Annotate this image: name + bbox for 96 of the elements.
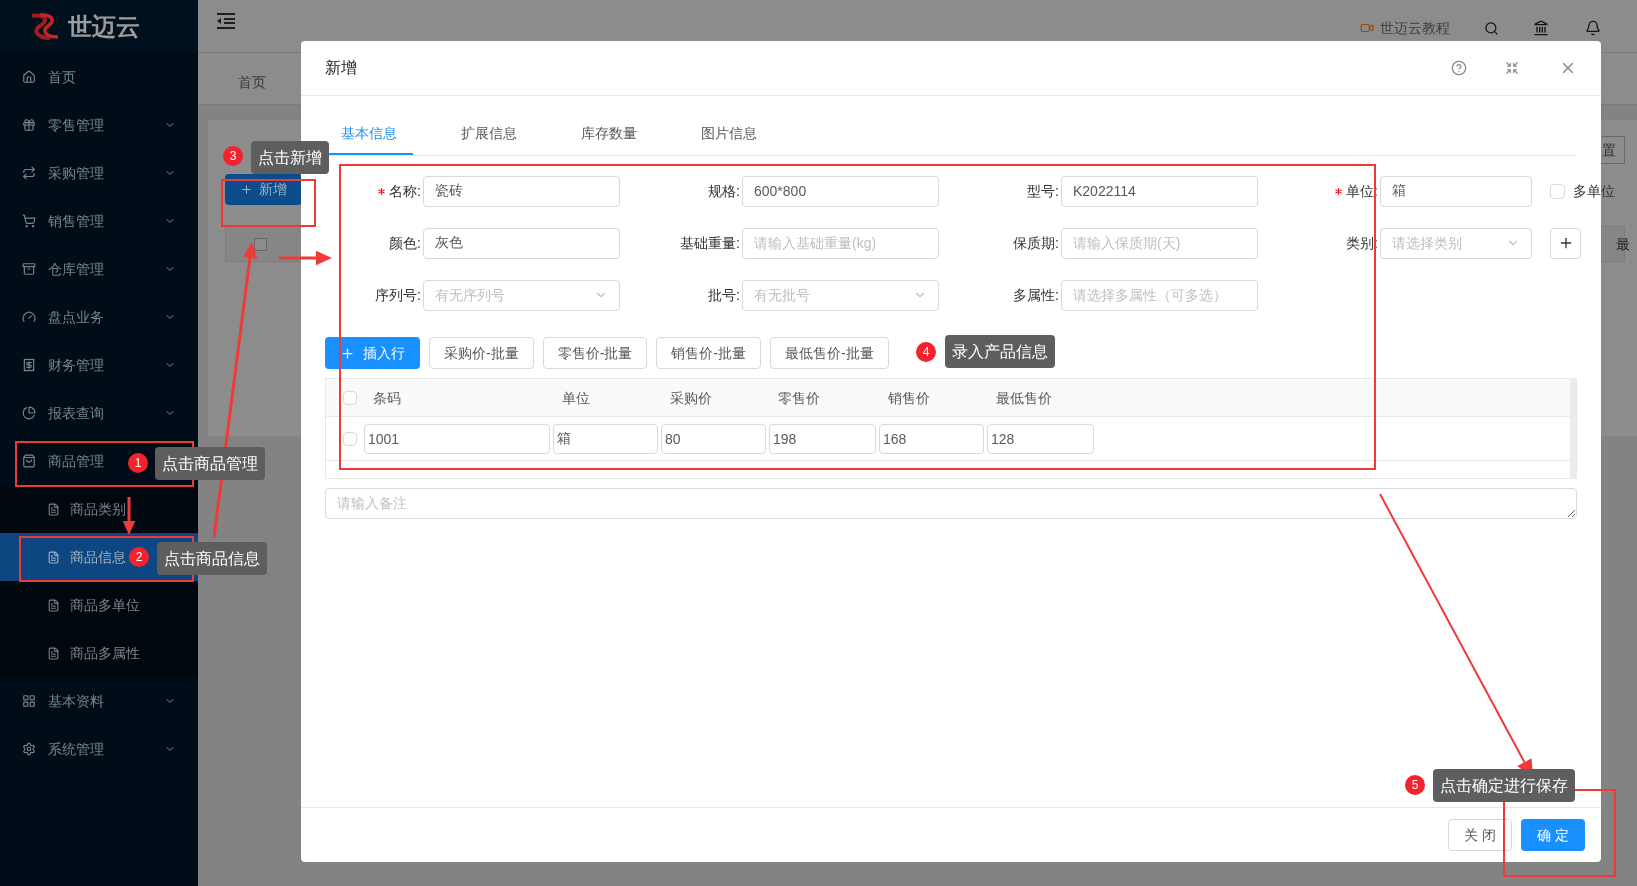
annotation-arrow: [279, 250, 332, 266]
search-icon[interactable]: [1484, 20, 1499, 36]
cell-input[interactable]: 168: [879, 423, 984, 454]
input-field[interactable]: 箱: [1380, 175, 1532, 207]
step-tooltip: 点击新增: [251, 141, 329, 174]
column-header: 最低售价: [996, 389, 1052, 406]
field-label: 类别:: [1346, 233, 1378, 253]
field-label: 型号:: [1027, 181, 1059, 201]
batch-button[interactable]: 零售价-批量: [542, 337, 648, 369]
exchange-icon: [22, 166, 36, 180]
menu-item[interactable]: 采购管理: [0, 149, 198, 197]
required-icon: [1335, 187, 1343, 195]
batch-button[interactable]: 采购价-批量: [429, 337, 534, 369]
bank-icon[interactable]: [1533, 20, 1549, 36]
menu-item[interactable]: 仓库管理: [0, 245, 198, 293]
batch-button[interactable]: 销售价-批量: [656, 337, 761, 369]
column-header: 销售价: [888, 389, 930, 406]
column-header: 零售价: [778, 389, 820, 406]
dialog-title: 新增: [325, 58, 358, 78]
menu-fold-icon[interactable]: [216, 13, 236, 29]
submenu-item[interactable]: 商品类别: [0, 485, 198, 533]
input-field[interactable]: 请选择多属性（可多选）: [1061, 279, 1258, 311]
tutorial-link[interactable]: 世迈云教程: [1380, 17, 1450, 39]
menu-item[interactable]: 零售管理: [0, 101, 198, 149]
step-tooltip: 点击确定进行保存: [1433, 769, 1575, 802]
tab[interactable]: 图片信息: [685, 113, 773, 155]
document-icon: [47, 646, 60, 660]
gauge-icon: [22, 310, 36, 324]
input-field[interactable]: 请输入保质期(天): [1061, 227, 1258, 259]
receipt-icon: [22, 358, 36, 372]
plus-icon: [240, 183, 253, 196]
cabinet-icon: [22, 262, 36, 276]
field-label: 名称:: [378, 180, 421, 202]
document-icon: [47, 502, 60, 516]
bag-icon: [22, 454, 36, 468]
cell-input[interactable]: 1001: [364, 423, 550, 454]
checkbox-label: 多单位: [1573, 181, 1615, 201]
add-button[interactable]: 新增: [225, 174, 302, 205]
cell-input[interactable]: 128: [987, 423, 1094, 454]
input-field[interactable]: K2022114: [1061, 175, 1258, 207]
menu-item[interactable]: 报表查询: [0, 389, 198, 437]
input-field[interactable]: 600*800: [742, 175, 939, 207]
menu-item[interactable]: 销售管理: [0, 197, 198, 245]
field-label: 颜色:: [389, 233, 421, 253]
menu-item[interactable]: 首页: [0, 53, 198, 101]
help-icon[interactable]: [1451, 60, 1467, 76]
cell-input[interactable]: 198: [769, 423, 876, 454]
cart-icon: [22, 214, 36, 228]
field-label: 基础重量:: [680, 233, 740, 253]
step-tooltip: 录入产品信息: [945, 335, 1055, 368]
column-header: 单位: [562, 389, 590, 406]
page-tab[interactable]: 首页: [238, 60, 266, 104]
document-icon: [47, 598, 60, 612]
video-icon: [1360, 21, 1374, 35]
cell-input[interactable]: 80: [661, 423, 766, 454]
tab[interactable]: 扩展信息: [445, 113, 533, 155]
tab[interactable]: 库存数量: [565, 113, 653, 155]
menu-item[interactable]: 基本资料: [0, 677, 198, 725]
field-label: 保质期:: [1013, 233, 1059, 253]
insert-row-button[interactable]: 插入行: [325, 337, 420, 369]
field-label: 多属性:: [1013, 285, 1059, 305]
pie-chart-icon: [22, 406, 36, 420]
column-header: 最: [1616, 234, 1630, 254]
field-label: 序列号:: [375, 285, 421, 305]
close-button[interactable]: 关 闭: [1448, 819, 1512, 851]
logo-text: 世迈云: [68, 11, 140, 42]
batch-button[interactable]: 最低售价-批量: [770, 337, 889, 369]
input-field[interactable]: 瓷砖: [423, 175, 620, 207]
document-icon: [47, 550, 60, 564]
checkbox[interactable]: [254, 237, 267, 251]
step-tooltip: 点击商品管理: [155, 447, 265, 480]
cell-input[interactable]: 箱: [553, 423, 658, 454]
column-header: 采购价: [670, 389, 712, 406]
gift-icon: [22, 118, 36, 132]
confirm-button[interactable]: 确 定: [1521, 819, 1585, 851]
column-header: 条码: [373, 389, 401, 406]
field-label: 单位:: [1335, 180, 1378, 202]
bell-icon[interactable]: [1585, 20, 1601, 36]
field-label: 批号:: [708, 285, 740, 305]
input-field[interactable]: 请输入基础重量(kg): [742, 227, 939, 259]
required-icon: [378, 187, 386, 195]
menu-item[interactable]: 系统管理: [0, 725, 198, 773]
settings-icon: [22, 742, 36, 756]
add-category-button[interactable]: [1550, 227, 1581, 259]
submenu-item[interactable]: 商品多属性: [0, 629, 198, 677]
field-label: 规格:: [708, 181, 740, 201]
remark-field[interactable]: 请输入备注: [325, 488, 1577, 519]
input-field[interactable]: 灰色: [423, 227, 620, 259]
menu-item[interactable]: 财务管理: [0, 341, 198, 389]
menu-item[interactable]: 盘点业务: [0, 293, 198, 341]
plus-icon: [340, 345, 355, 361]
shrink-icon[interactable]: [1505, 61, 1519, 75]
grid-icon: [22, 694, 36, 708]
home-icon: [22, 70, 36, 84]
submenu-item[interactable]: 商品多单位: [0, 581, 198, 629]
step-tooltip: 点击商品信息: [157, 542, 267, 575]
